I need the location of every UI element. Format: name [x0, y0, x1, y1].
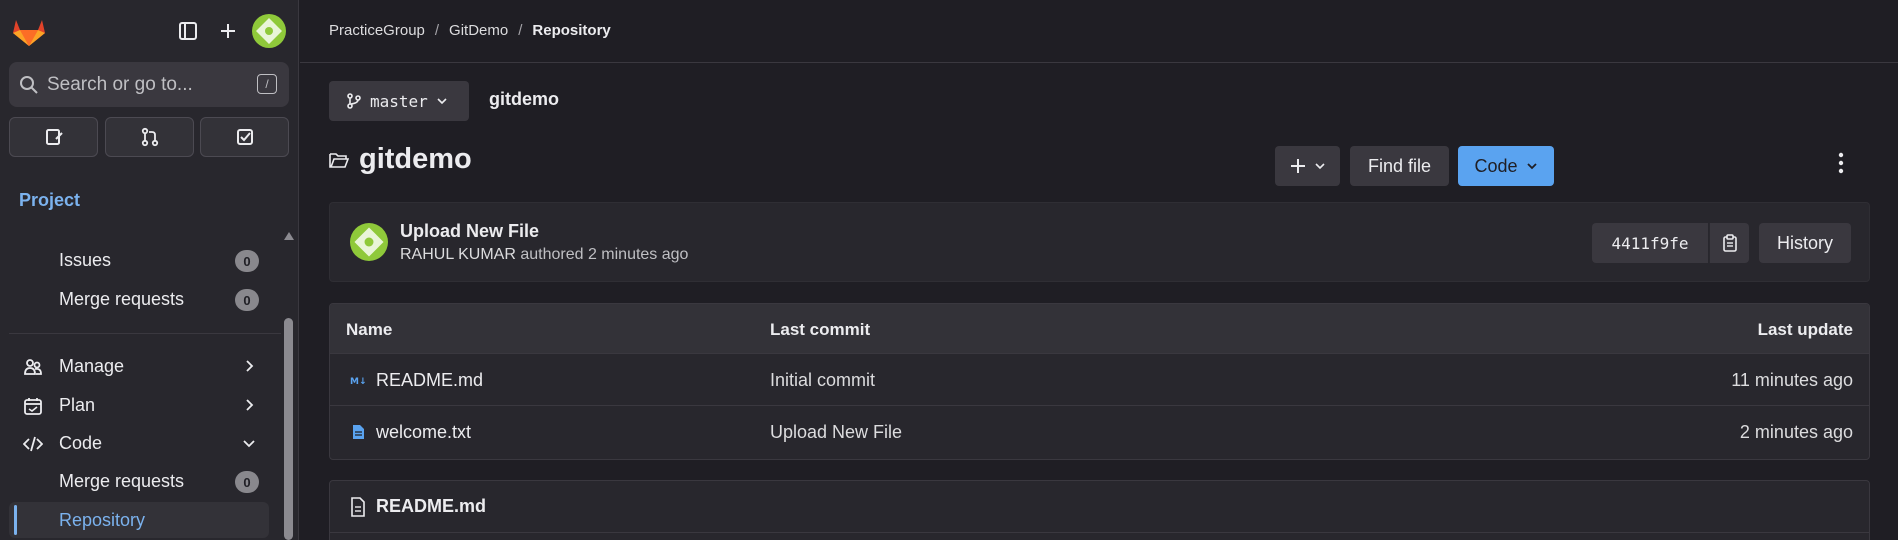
- scroll-thumb[interactable]: [284, 318, 293, 540]
- sidebar-item-manage[interactable]: Manage: [9, 348, 269, 384]
- sidebar-scrollbar[interactable]: [282, 232, 294, 540]
- active-item-indicator: [14, 505, 17, 535]
- breadcrumb-current[interactable]: Repository: [532, 22, 610, 39]
- file-last-commit[interactable]: Initial commit: [770, 370, 875, 391]
- chevron-right-icon: [246, 360, 254, 372]
- sidebar-item-code-merge-requests[interactable]: Merge requests 0: [9, 463, 269, 499]
- sidebar-item-code[interactable]: Code: [9, 425, 269, 461]
- chevron-down-icon: [1526, 163, 1537, 170]
- commit-author-avatar[interactable]: [350, 223, 388, 261]
- code-button-label: Code: [1474, 155, 1518, 176]
- users-icon: [24, 359, 42, 375]
- readme-title[interactable]: README.md: [376, 496, 486, 517]
- user-avatar[interactable]: [252, 14, 286, 48]
- sidebar-item-repository[interactable]: Repository: [9, 502, 269, 538]
- top-bar: PracticeGroup / GitDemo / Repository: [300, 0, 1898, 63]
- table-row[interactable]: welcome.txt Upload New File 2 minutes ag…: [330, 406, 1869, 458]
- project-path[interactable]: gitdemo: [489, 89, 559, 110]
- svg-text:M↓: M↓: [350, 377, 366, 387]
- file-icon: [351, 497, 365, 517]
- copy-icon: [1722, 234, 1737, 252]
- history-button[interactable]: History: [1759, 223, 1851, 263]
- create-new-icon[interactable]: [211, 14, 245, 48]
- copy-sha-button[interactable]: [1709, 223, 1749, 263]
- file-table: Name Last commit Last update M↓ README.m…: [329, 303, 1870, 460]
- collapse-sidebar-icon[interactable]: [171, 14, 205, 48]
- page-title: gitdemo: [359, 143, 472, 175]
- search-icon: [20, 75, 38, 94]
- commit-time: authored 2 minutes ago: [520, 246, 689, 263]
- breadcrumb-project[interactable]: GitDemo: [449, 22, 508, 39]
- chevron-down-icon: [243, 440, 255, 448]
- column-header-last-update: Last update: [1757, 320, 1853, 339]
- sidebar-item-issues[interactable]: Issues 0: [9, 242, 269, 278]
- merge-request-icon: [141, 127, 158, 147]
- issues-count-badge: 0: [235, 250, 259, 272]
- plus-icon: [1290, 159, 1305, 173]
- search-shortcut-key: /: [257, 74, 277, 94]
- folder-open-icon: [329, 152, 349, 168]
- branch-icon: [347, 93, 361, 109]
- sidebar-item-label: Code: [59, 432, 103, 453]
- issues-quick-button[interactable]: [9, 117, 98, 157]
- commit-author[interactable]: RAHUL KUMAR: [400, 246, 516, 263]
- code-merge-requests-count-badge: 0: [235, 471, 259, 493]
- code-dropdown-button[interactable]: Code: [1458, 146, 1554, 186]
- sidebar-item-label: Merge requests: [59, 288, 185, 309]
- sidebar: Search or go to... / Project Issues 0 Me…: [0, 0, 299, 540]
- code-icon: [23, 436, 43, 452]
- chevron-right-icon: [246, 399, 254, 411]
- sidebar-item-plan[interactable]: Plan: [9, 387, 269, 423]
- sidebar-header: [0, 0, 299, 62]
- commit-meta: RAHUL KUMAR authored 2 minutes ago: [400, 246, 688, 264]
- commit-sha[interactable]: 4411f9fe: [1592, 223, 1708, 263]
- todo-icon: [236, 129, 253, 145]
- chevron-down-icon: [1314, 163, 1325, 170]
- file-last-update: 2 minutes ago: [1739, 422, 1853, 442]
- search-placeholder: Search or go to...: [47, 73, 193, 95]
- branch-name: master: [370, 91, 428, 111]
- merge-requests-quick-button[interactable]: [105, 117, 194, 157]
- find-file-button[interactable]: Find file: [1350, 146, 1449, 186]
- chevron-down-icon: [437, 98, 447, 105]
- readme-card: README.md: [329, 480, 1870, 540]
- issues-icon: [45, 129, 63, 145]
- sidebar-item-label: Manage: [59, 355, 125, 376]
- text-file-icon: [353, 425, 364, 439]
- repo-title-row: gitdemo: [329, 143, 472, 176]
- sidebar-divider: [9, 333, 281, 334]
- todos-quick-button[interactable]: [200, 117, 289, 157]
- commit-title[interactable]: Upload New File: [400, 221, 539, 242]
- breadcrumb-group[interactable]: PracticeGroup: [329, 22, 425, 39]
- file-last-commit[interactable]: Upload New File: [770, 422, 902, 443]
- readme-header: README.md: [330, 481, 1869, 533]
- breadcrumb: PracticeGroup / GitDemo / Repository: [329, 22, 611, 39]
- gitlab-logo-icon[interactable]: [11, 14, 47, 48]
- merge-requests-count-badge: 0: [235, 289, 259, 311]
- branch-selector[interactable]: master: [329, 81, 469, 121]
- breadcrumb-separator: /: [518, 22, 523, 39]
- sidebar-item-label: Issues: [59, 249, 112, 270]
- more-actions-icon[interactable]: [1838, 151, 1844, 175]
- table-row[interactable]: M↓ README.md Initial commit 11 minutes a…: [330, 354, 1869, 406]
- file-name[interactable]: README.md: [376, 370, 483, 391]
- last-commit-card: Upload New File RAHUL KUMAR authored 2 m…: [329, 202, 1870, 282]
- main-content: PracticeGroup / GitDemo / Repository mas…: [300, 0, 1898, 540]
- file-name[interactable]: welcome.txt: [376, 422, 471, 443]
- markdown-file-icon: M↓: [350, 377, 366, 387]
- column-header-name: Name: [346, 320, 393, 339]
- file-last-update: 11 minutes ago: [1731, 370, 1853, 390]
- table-header: Name Last commit Last update: [330, 304, 1869, 354]
- sidebar-item-label: Plan: [59, 394, 96, 415]
- sidebar-item-merge-requests[interactable]: Merge requests 0: [9, 281, 269, 317]
- scroll-up-arrow-icon[interactable]: [284, 232, 294, 240]
- project-section-label: Project: [19, 190, 81, 210]
- add-dropdown-button[interactable]: [1275, 146, 1340, 186]
- column-header-last-commit: Last commit: [770, 320, 871, 339]
- sidebar-item-label: Repository: [59, 509, 146, 530]
- search-input[interactable]: Search or go to... /: [9, 62, 289, 107]
- calendar-icon: [24, 398, 42, 415]
- breadcrumb-separator: /: [434, 22, 440, 39]
- sidebar-item-label: Merge requests: [59, 470, 185, 491]
